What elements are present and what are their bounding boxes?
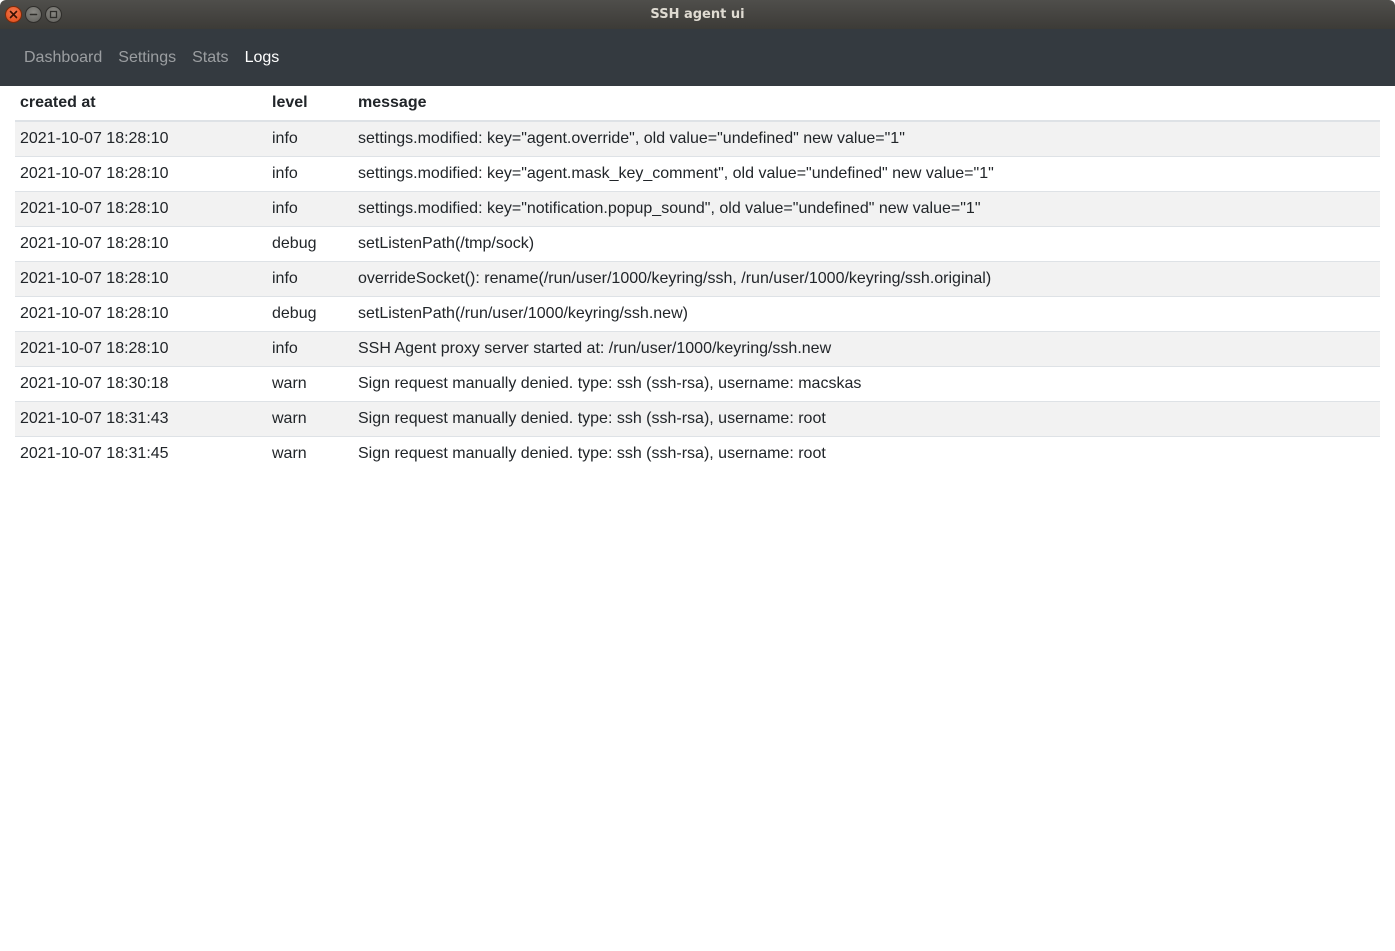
cell-level: debug: [267, 226, 353, 262]
cell-level: info: [267, 261, 353, 297]
table-row: 2021-10-07 18:28:10 info settings.modifi…: [15, 191, 1380, 227]
cell-created-at: 2021-10-07 18:28:10: [15, 191, 267, 227]
logs-panel: created at level message 2021-10-07 18:2…: [15, 86, 1380, 471]
cell-message: SSH Agent proxy server started at: /run/…: [353, 331, 1380, 367]
cell-level: info: [272, 130, 298, 147]
nav-menu: Dashboard Settings Stats Logs: [16, 29, 287, 86]
cell-message: setListenPath(/tmp/sock): [353, 226, 1380, 262]
cell-message: Sign request manually denied. type: ssh …: [353, 401, 1380, 437]
cell-created-at: 2021-10-07 18:28:10: [15, 331, 267, 367]
cell-created-at: 2021-10-07 18:31:45: [15, 436, 267, 471]
cell-level: warn: [267, 436, 353, 471]
table-row: 2021-10-07 18:28:10 info settings.modifi…: [15, 121, 1380, 157]
table-row: 2021-10-07 18:31:45 warn Sign request ma…: [15, 436, 1380, 471]
cell-created-at: 2021-10-07 18:28:10: [20, 130, 169, 147]
cell-level: info: [267, 331, 353, 367]
logs-table: created at level message 2021-10-07 18:2…: [15, 86, 1380, 471]
table-row: 2021-10-07 18:28:10 info SSH Agent proxy…: [15, 331, 1380, 367]
cell-message: settings.modified: key="agent.mask_key_c…: [353, 156, 1380, 192]
nav-item-logs[interactable]: Logs: [237, 29, 288, 86]
column-header-created-at: created at: [15, 86, 267, 122]
window-title: SSH agent ui: [650, 7, 745, 22]
table-header-row: created at level message: [15, 86, 1380, 122]
cell-message: Sign request manually denied. type: ssh …: [353, 366, 1380, 402]
cell-created-at: 2021-10-07 18:28:10: [15, 296, 267, 332]
table-row: 2021-10-07 18:28:10 info overrideSocket(…: [15, 261, 1380, 297]
cell-message: settings.modified: key="agent.override",…: [358, 130, 905, 147]
cell-created-at: 2021-10-07 18:30:18: [15, 366, 267, 402]
window-titlebar: SSH agent ui: [0, 0, 1395, 29]
top-navbar: Dashboard Settings Stats Logs: [0, 29, 1395, 86]
cell-level: info: [267, 191, 353, 227]
cell-level: info: [267, 156, 353, 192]
nav-item-stats[interactable]: Stats: [184, 29, 236, 86]
cell-level: debug: [267, 296, 353, 332]
cell-level: warn: [267, 366, 353, 402]
cell-created-at: 2021-10-07 18:28:10: [15, 226, 267, 262]
cell-level: warn: [267, 401, 353, 437]
table-row: 2021-10-07 18:28:10 debug setListenPath(…: [15, 226, 1380, 262]
table-row: 2021-10-07 18:30:18 warn Sign request ma…: [15, 366, 1380, 402]
column-header-level: level: [267, 86, 353, 122]
cell-created-at: 2021-10-07 18:28:10: [15, 156, 267, 192]
nav-item-dashboard[interactable]: Dashboard: [16, 29, 110, 86]
nav-item-settings[interactable]: Settings: [110, 29, 184, 86]
cell-message: settings.modified: key="notification.pop…: [353, 191, 1380, 227]
cell-created-at: 2021-10-07 18:28:10: [15, 261, 267, 297]
table-row: 2021-10-07 18:28:10 debug setListenPath(…: [15, 296, 1380, 332]
cell-message: setListenPath(/run/user/1000/keyring/ssh…: [353, 296, 1380, 332]
table-row: 2021-10-07 18:31:43 warn Sign request ma…: [15, 401, 1380, 437]
cell-created-at: 2021-10-07 18:31:43: [15, 401, 267, 437]
cell-message: Sign request manually denied. type: ssh …: [353, 436, 1380, 471]
cell-message: overrideSocket(): rename(/run/user/1000/…: [353, 261, 1380, 297]
column-header-message: message: [353, 86, 1380, 122]
table-row: 2021-10-07 18:28:10 info settings.modifi…: [15, 156, 1380, 192]
